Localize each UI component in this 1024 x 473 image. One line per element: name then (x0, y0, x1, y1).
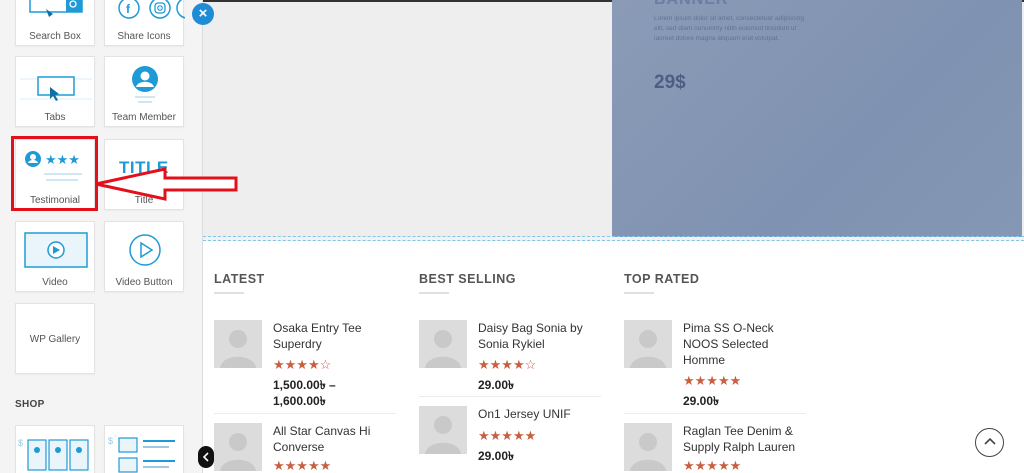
svg-text:$: $ (108, 436, 113, 446)
tile-label: Tabs (44, 112, 66, 123)
banner-price: 29$ (654, 72, 686, 93)
highlight-box (11, 136, 98, 211)
product-list-icon: $ (105, 434, 183, 473)
item-separator (624, 413, 806, 414)
tile-label: Team Member (112, 112, 176, 123)
annotation-arrow-icon (95, 167, 238, 201)
element-video-button[interactable]: Video Button (104, 221, 184, 292)
close-icon: × (198, 5, 208, 22)
product-placeholder-image[interactable] (214, 423, 262, 471)
banner-text: Lorem ipsum dolor sit amet, consectetuer… (654, 15, 804, 42)
star-rating: ★★★★★ (478, 428, 537, 443)
element-search-box[interactable]: Search Box (15, 0, 95, 46)
element-video[interactable]: Video (15, 221, 95, 292)
video-icon (16, 230, 94, 270)
elements-panel: Search Box f Share Icons Tabs Team Membe… (0, 0, 203, 473)
page: BANNER Lorem ipsum dolor sit amet, conse… (0, 0, 1024, 473)
star-rating: ★★★★☆ (273, 357, 332, 372)
product-name[interactable]: Pima SS O-Neck NOOS Selected Homme (683, 320, 808, 368)
team-member-icon (105, 65, 183, 105)
item-separator (419, 396, 601, 397)
chevron-left-icon (202, 452, 209, 462)
share-icons-icon: f (105, 0, 198, 24)
element-product-grid[interactable]: $ (15, 425, 95, 473)
element-wp-gallery[interactable]: WP Gallery (15, 303, 95, 374)
element-product-list[interactable]: $ (104, 425, 184, 473)
title-underline (214, 292, 244, 294)
product-name[interactable]: All Star Canvas Hi Converse (273, 423, 398, 455)
product-price: 1,500.00৳ – 1,600.00৳ (273, 378, 336, 408)
tile-label: Video Button (115, 277, 173, 288)
product-name[interactable]: Raglan Tee Denim & Supply Ralph Lauren (683, 423, 808, 455)
element-team-member[interactable]: Team Member (104, 56, 184, 127)
product-placeholder-image[interactable] (624, 423, 672, 471)
star-rating: ★★★★★ (683, 373, 742, 388)
search-box-icon (16, 0, 94, 24)
product-name[interactable]: Daisy Bag Sonia by Sonia Rykiel (478, 320, 603, 352)
product-lists: LATEST Osaka Entry Tee Superdry ★★★★☆ 1,… (203, 241, 1024, 473)
tile-label: Search Box (29, 31, 81, 42)
product-placeholder-image[interactable] (419, 320, 467, 368)
product-name[interactable]: Osaka Entry Tee Superdry (273, 320, 398, 352)
product-item[interactable]: Daisy Bag Sonia by Sonia Rykiel ★★★★☆ 29… (419, 320, 601, 400)
close-panel-button[interactable]: × (192, 3, 214, 25)
product-price: 29.00৳ (478, 449, 515, 463)
product-name[interactable]: On1 Jersey UNIF (478, 406, 603, 422)
banner-title: BANNER (654, 0, 728, 9)
svg-text:f: f (126, 2, 131, 16)
star-rating: ★★★★★ (683, 458, 742, 473)
tile-label: WP Gallery (29, 334, 81, 345)
product-item[interactable]: On1 Jersey UNIF ★★★★★ 29.00৳ (419, 406, 601, 473)
product-item[interactable]: Pima SS O-Neck NOOS Selected Homme ★★★★★… (624, 320, 806, 410)
element-tabs[interactable]: Tabs (15, 56, 95, 127)
star-rating: ★★★★☆ (478, 357, 537, 372)
svg-text:$: $ (18, 438, 23, 448)
column-title: BEST SELLING (419, 272, 516, 286)
product-price: 29.00৳ (683, 394, 720, 408)
product-item[interactable]: Raglan Tee Denim & Supply Ralph Lauren ★… (624, 423, 806, 473)
column-title: TOP RATED (624, 272, 700, 286)
title-underline (419, 292, 449, 294)
product-placeholder-image[interactable] (214, 320, 262, 368)
video-button-icon (105, 230, 183, 270)
product-placeholder-image[interactable] (419, 406, 467, 454)
star-rating: ★★★★★ (273, 458, 332, 473)
tile-label: Share Icons (117, 31, 171, 42)
product-item[interactable]: Osaka Entry Tee Superdry ★★★★☆ 1,500.00৳… (214, 320, 396, 410)
product-grid-icon: $ (16, 434, 94, 473)
item-separator (214, 413, 396, 414)
tile-label: Video (42, 277, 68, 288)
product-item[interactable]: All Star Canvas Hi Converse ★★★★★ (214, 423, 396, 473)
banner[interactable]: BANNER Lorem ipsum dolor sit amet, conse… (612, 0, 1022, 237)
product-placeholder-image[interactable] (624, 320, 672, 368)
shop-section-title: SHOP (15, 399, 45, 410)
panel-toggle-handle[interactable] (198, 446, 214, 468)
product-price: 29.00৳ (478, 378, 515, 392)
title-underline (624, 292, 654, 294)
column-title: LATEST (214, 272, 265, 286)
element-share-icons[interactable]: f Share Icons (104, 0, 198, 46)
chevron-up-icon (983, 437, 996, 445)
tabs-icon (16, 65, 94, 105)
back-to-top-button[interactable] (975, 428, 1004, 457)
